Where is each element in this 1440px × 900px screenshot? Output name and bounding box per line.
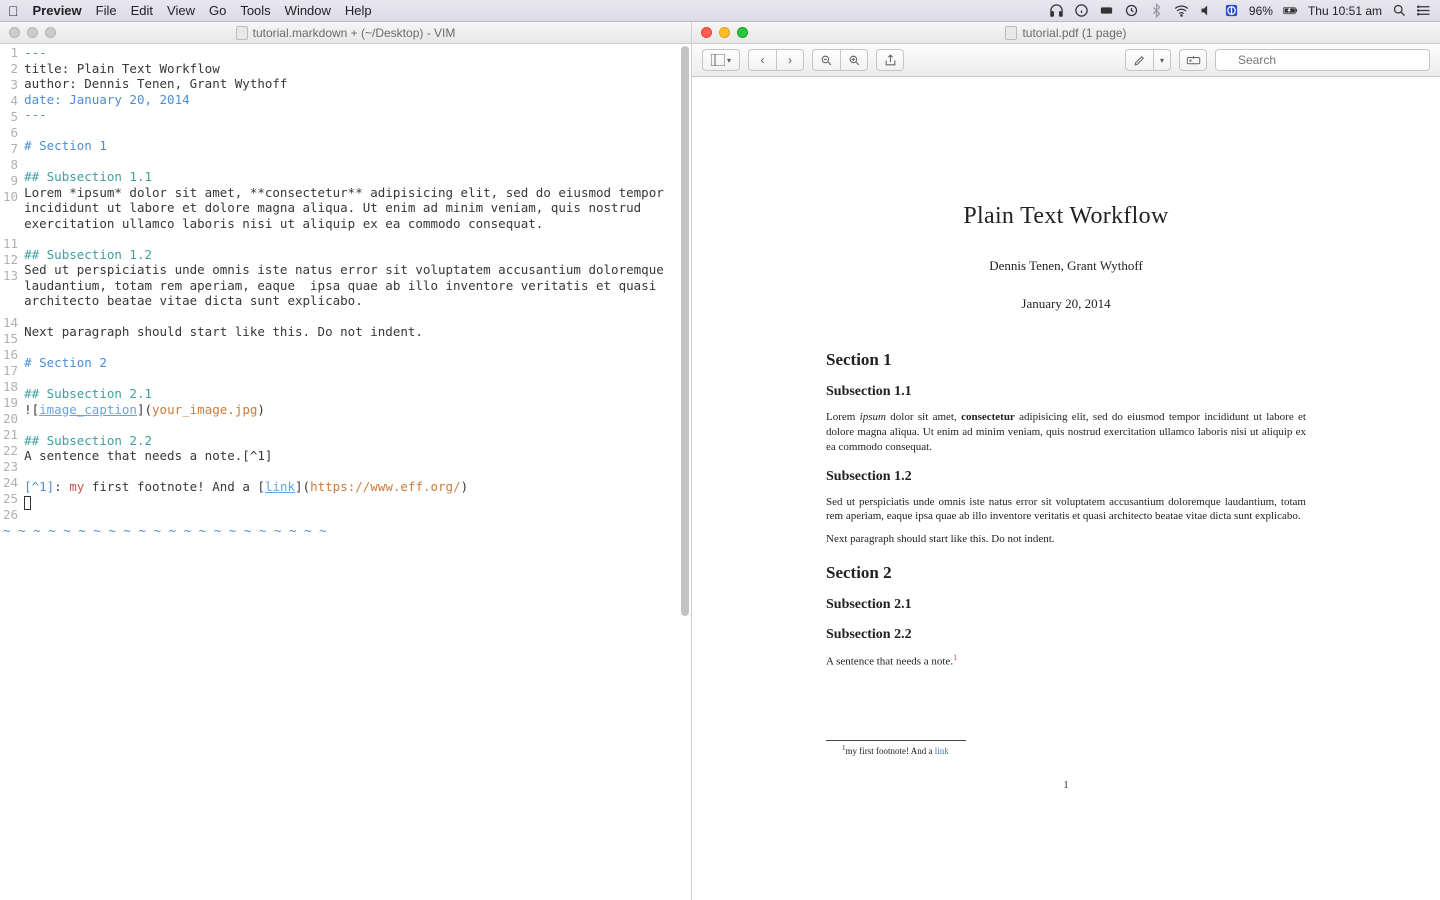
document-icon [236, 26, 248, 40]
apple-menu-icon[interactable]:  [8, 3, 19, 19]
footnote-ref: 1 [953, 653, 957, 662]
pdf-viewport[interactable]: Plain Text Workflow Dennis Tenen, Grant … [692, 77, 1440, 900]
pdf-subsection-heading: Subsection 1.2 [826, 469, 1306, 485]
sidebar-toggle-button[interactable]: ▾ [702, 49, 740, 71]
zoom-in-button[interactable] [840, 49, 868, 71]
app-status-icon[interactable] [1224, 3, 1239, 18]
next-page-button[interactable]: › [776, 49, 804, 71]
menu-help[interactable]: Help [345, 3, 372, 18]
pdf-paragraph: A sentence that needs a note.1 [826, 653, 1306, 670]
headphones-icon[interactable] [1049, 3, 1064, 18]
battery-percent: 96% [1249, 4, 1273, 18]
close-button[interactable] [9, 27, 20, 38]
clock[interactable]: Thu 10:51 am [1308, 4, 1382, 18]
highlight-dropdown[interactable]: ▾ [1153, 49, 1171, 71]
vim-window: tutorial.markdown + (~/Desktop) - VIM 12… [0, 22, 692, 900]
menu-go[interactable]: Go [209, 3, 226, 18]
notification-center-icon[interactable] [1417, 3, 1432, 18]
prev-page-button[interactable]: ‹ [748, 49, 776, 71]
pdf-subsection-heading: Subsection 1.1 [826, 384, 1306, 400]
markup-button[interactable] [1179, 49, 1207, 71]
pdf-page: Plain Text Workflow Dennis Tenen, Grant … [716, 83, 1416, 900]
menu-window[interactable]: Window [285, 3, 331, 18]
pdf-subsection-heading: Subsection 2.1 [826, 597, 1306, 613]
app-menu[interactable]: Preview [33, 3, 82, 18]
wifi-icon[interactable] [1174, 3, 1189, 18]
pdf-paragraph: Lorem ipsum dolor sit amet, consectetur … [826, 410, 1306, 455]
close-button[interactable] [701, 27, 712, 38]
menu-edit[interactable]: Edit [131, 3, 153, 18]
share-button[interactable] [876, 49, 904, 71]
zoom-button[interactable] [45, 27, 56, 38]
preview-titlebar[interactable]: tutorial.pdf (1 page) [692, 22, 1440, 44]
highlight-button[interactable] [1125, 49, 1153, 71]
battery-icon[interactable] [1283, 3, 1298, 18]
info-icon[interactable] [1074, 3, 1089, 18]
pdf-title: Plain Text Workflow [826, 203, 1306, 230]
timemachine-icon[interactable] [1124, 3, 1139, 18]
bluetooth-icon[interactable] [1149, 3, 1164, 18]
zoom-out-button[interactable] [812, 49, 840, 71]
footnote-rule [826, 740, 966, 741]
volume-icon[interactable] [1199, 3, 1214, 18]
menu-tools[interactable]: Tools [240, 3, 270, 18]
vim-editor[interactable]: 1234567891011121314151617181920212223242… [0, 44, 691, 900]
document-icon [1005, 26, 1017, 40]
footnote-link: link [935, 746, 949, 756]
menu-view[interactable]: View [167, 3, 195, 18]
scrollbar[interactable] [681, 46, 689, 616]
keyboard-icon[interactable] [1099, 3, 1114, 18]
pdf-paragraph: Sed ut perspiciatis unde omnis iste natu… [826, 495, 1306, 525]
zoom-button[interactable] [737, 27, 748, 38]
preview-window: tutorial.pdf (1 page) ▾ ‹ › [692, 22, 1440, 900]
vim-titlebar[interactable]: tutorial.markdown + (~/Desktop) - VIM [0, 22, 691, 44]
minimize-button[interactable] [27, 27, 38, 38]
preview-toolbar: ▾ ‹ › ▾ [692, 44, 1440, 77]
menu-file[interactable]: File [96, 3, 117, 18]
preview-title: tutorial.pdf (1 page) [1022, 26, 1126, 40]
pdf-author: Dennis Tenen, Grant Wythoff [826, 258, 1306, 274]
pdf-subsection-heading: Subsection 2.2 [826, 627, 1306, 643]
pdf-paragraph: Next paragraph should start like this. D… [826, 532, 1306, 547]
spotlight-icon[interactable] [1392, 3, 1407, 18]
pdf-section-heading: Section 2 [826, 563, 1306, 583]
pdf-footnote: 1my first footnote! And a link [826, 744, 1306, 756]
vim-title: tutorial.markdown + (~/Desktop) - VIM [253, 26, 456, 40]
pdf-page-number: 1 [826, 780, 1306, 791]
pdf-date: January 20, 2014 [826, 296, 1306, 312]
pdf-section-heading: Section 1 [826, 350, 1306, 370]
minimize-button[interactable] [719, 27, 730, 38]
macos-menubar:  Preview File Edit View Go Tools Window… [0, 0, 1440, 22]
search-input[interactable] [1215, 49, 1430, 71]
